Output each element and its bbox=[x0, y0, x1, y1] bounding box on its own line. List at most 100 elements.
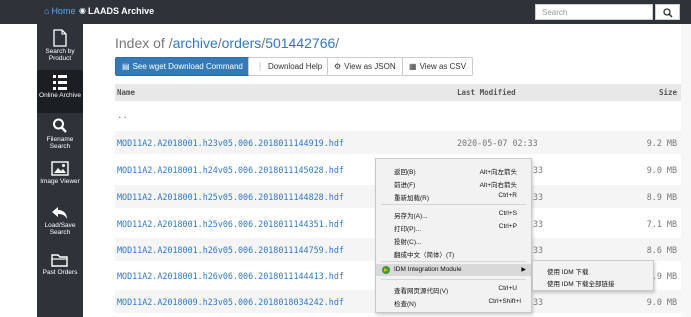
search-icon bbox=[53, 118, 67, 133]
file-modified: 33 bbox=[533, 297, 544, 307]
file-modified: 33 bbox=[533, 245, 544, 255]
column-header-size[interactable]: Size bbox=[659, 88, 677, 97]
file-link[interactable]: MOD11A2.A2018001.h26v05.006.201801114475… bbox=[117, 245, 344, 255]
menu-item-shortcut: Alt+向左箭头 bbox=[479, 169, 517, 176]
csv-button-label: View as CSV bbox=[419, 62, 467, 71]
sidebar-item-load-save-search[interactable]: Load/Save Search bbox=[37, 202, 83, 245]
search-icon bbox=[663, 8, 673, 18]
page-title: Index of /archive/orders/501442766/ bbox=[115, 35, 340, 51]
menu-item-label: 打印(P)... bbox=[394, 226, 422, 233]
menu-item-label: 投射(C)... bbox=[394, 239, 422, 246]
file-modified: 2020-05-07 02:33 bbox=[457, 138, 538, 148]
menu-item-label: 查看网页源代码(V) bbox=[394, 288, 449, 295]
parent-directory-link[interactable]: .. bbox=[117, 111, 128, 121]
file-link[interactable]: MOD11A2.A2018001.h23v05.006.201801114491… bbox=[117, 138, 344, 148]
menu-item-label: IDM Integration Module bbox=[394, 266, 462, 273]
search-input[interactable]: Search bbox=[535, 4, 653, 20]
file-modified: 33 bbox=[533, 219, 544, 229]
folder-icon bbox=[51, 254, 68, 267]
file-size: 8.6 MB bbox=[646, 245, 677, 255]
home-icon: ⌂ bbox=[44, 6, 50, 16]
document-icon: ▤ bbox=[122, 62, 130, 71]
info-icon: ❕ bbox=[255, 62, 265, 71]
path-order-id[interactable]: 501442766 bbox=[265, 35, 335, 51]
menu-item-print[interactable]: 打印(P)... Ctrl+P bbox=[376, 221, 531, 233]
sidebar-item-label: Image Viewer bbox=[40, 178, 80, 185]
sidebar-item-label: Past Orders bbox=[42, 269, 78, 276]
context-menu: 返回(B) Alt+向左箭头 前进(F) Alt+向右箭头 重新加载(R) Ct… bbox=[375, 158, 532, 313]
menu-item-shortcut: Ctrl+P bbox=[498, 223, 517, 230]
file-size: 7.1 MB bbox=[646, 219, 677, 229]
file-size: 9.0 MB bbox=[646, 165, 677, 175]
sidebar-item-label: Online Archive bbox=[39, 92, 81, 99]
top-bar: ⌂ Home ◉ LAADS Archive Search bbox=[0, 0, 691, 24]
breadcrumb-home[interactable]: ⌂ Home bbox=[44, 6, 75, 16]
idm-icon bbox=[382, 266, 390, 274]
menu-item-back[interactable]: 返回(B) Alt+向左箭头 bbox=[376, 164, 531, 176]
menu-item-label: 重新加载(R) bbox=[394, 195, 430, 202]
menu-divider bbox=[381, 279, 526, 280]
code-icon: ⚙ bbox=[334, 62, 342, 71]
sidebar: Search by Product Online Archive Filenam… bbox=[37, 24, 83, 317]
view-json-button[interactable]: ⚙ View as JSON bbox=[327, 57, 403, 76]
file-link[interactable]: MOD11A2.A2018001.h25v05.006.201801114482… bbox=[117, 192, 344, 202]
menu-item-forward[interactable]: 前进(F) Alt+向右箭头 bbox=[376, 177, 531, 189]
menu-item-shortcut: Ctrl+Shift+I bbox=[488, 298, 521, 305]
download-help-button[interactable]: ❕ Download Help bbox=[248, 57, 330, 76]
menu-item-idm-integration[interactable]: IDM Integration Module ▶ bbox=[376, 264, 531, 276]
column-header-modified[interactable]: Last Modified bbox=[457, 88, 516, 97]
file-size: 9.2 MB bbox=[646, 138, 677, 148]
file-size: 9.0 MB bbox=[646, 297, 677, 307]
path-orders[interactable]: orders bbox=[222, 35, 262, 51]
menu-item-save-as[interactable]: 另存为(A)... Ctrl+S bbox=[376, 208, 531, 220]
sidebar-item-label: Search by Product bbox=[45, 48, 75, 62]
menu-item-label: 另存为(A)... bbox=[394, 213, 428, 220]
column-header-name[interactable]: Name bbox=[117, 88, 135, 97]
sidebar-item-image-viewer[interactable]: Image Viewer bbox=[37, 158, 83, 201]
path-archive[interactable]: archive bbox=[173, 35, 218, 51]
globe-icon: ◉ bbox=[79, 6, 86, 15]
scrollbar-track[interactable] bbox=[681, 24, 691, 317]
menu-item-shortcut: Ctrl+U bbox=[498, 285, 517, 292]
file-link[interactable]: MOD11A2.A2018001.h24v05.006.201801114502… bbox=[117, 165, 344, 175]
sidebar-item-label: Filename Search bbox=[46, 136, 74, 150]
sidebar-item-filename-search[interactable]: Filename Search bbox=[37, 114, 83, 157]
table-header: Name Last Modified Size bbox=[115, 84, 681, 101]
file-modified: 33 bbox=[533, 192, 544, 202]
menu-item-label: 翻成中文（简体）(T) bbox=[394, 252, 455, 259]
image-icon bbox=[51, 161, 69, 176]
file-modified: 33 bbox=[533, 165, 544, 175]
menu-item-view-source[interactable]: 查看网页源代码(V) Ctrl+U bbox=[376, 283, 531, 295]
file-link[interactable]: MOD11A2.A2018009.h23v05.006.201801803424… bbox=[117, 297, 344, 307]
breadcrumb-archive[interactable]: LAADS Archive bbox=[88, 6, 154, 16]
menu-item-label: 检查(N) bbox=[394, 301, 417, 308]
submenu-arrow-icon: ▶ bbox=[521, 267, 526, 273]
menu-item-cast[interactable]: 投射(C)... bbox=[376, 234, 531, 246]
menu-divider bbox=[381, 204, 526, 205]
sidebar-item-search-by-product[interactable]: Search by Product bbox=[37, 26, 83, 69]
json-button-label: View as JSON bbox=[344, 62, 396, 71]
sidebar-item-label: Load/Save Search bbox=[44, 222, 76, 236]
menu-item-label: 前进(F) bbox=[394, 182, 416, 189]
submenu-item-download-all-links[interactable]: 使用 IDM 下载全部链接 bbox=[547, 278, 615, 288]
view-csv-button[interactable]: ▦ View as CSV bbox=[402, 57, 474, 76]
table-row: MOD11A2.A2018001.h23v05.006.201801114491… bbox=[115, 131, 681, 154]
idm-submenu: 使用 IDM 下载 使用 IDM 下载全部链接 bbox=[532, 260, 654, 291]
file-link[interactable]: MOD11A2.A2018001.h26v06.006.201801114441… bbox=[117, 271, 344, 281]
menu-item-reload[interactable]: 重新加载(R) Ctrl+R bbox=[376, 190, 531, 202]
menu-item-translate[interactable]: 翻成中文（简体）(T) bbox=[376, 247, 531, 259]
search-button[interactable] bbox=[655, 4, 680, 20]
submenu-item-download-with-idm[interactable]: 使用 IDM 下载 bbox=[547, 266, 589, 276]
menu-item-inspect[interactable]: 检查(N) Ctrl+Shift+I bbox=[376, 296, 531, 308]
table-icon: ▦ bbox=[409, 62, 417, 71]
wget-button-label: See wget Download Command bbox=[132, 62, 243, 71]
menu-item-shortcut: Alt+向右箭头 bbox=[479, 182, 517, 189]
file-link[interactable]: MOD11A2.A2018001.h25v06.006.201801114435… bbox=[117, 219, 344, 229]
wget-command-button[interactable]: ▤ See wget Download Command bbox=[115, 57, 250, 76]
title-prefix: Index of / bbox=[115, 35, 173, 51]
menu-item-shortcut: Ctrl+S bbox=[498, 210, 517, 217]
menu-item-shortcut: Ctrl+R bbox=[498, 192, 517, 199]
file-icon bbox=[53, 29, 67, 47]
sidebar-item-online-archive[interactable]: Online Archive bbox=[37, 70, 83, 113]
sidebar-item-past-orders[interactable]: Past Orders bbox=[37, 249, 83, 292]
